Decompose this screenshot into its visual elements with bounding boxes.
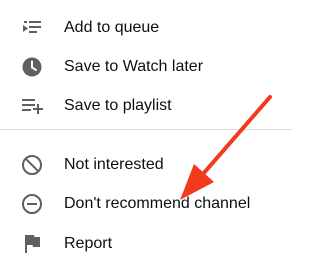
menu-divider xyxy=(0,129,292,130)
menu-item-label: Report xyxy=(64,235,113,252)
menu-item-not-interested[interactable]: Not interested xyxy=(0,148,292,182)
menu-item-label: Save to playlist xyxy=(64,97,172,114)
menu-item-label: Don't recommend channel xyxy=(64,195,251,212)
flag-icon xyxy=(20,232,44,256)
context-menu: Add to queue Save to Watch later Save to… xyxy=(0,0,292,262)
block-icon xyxy=(20,153,44,177)
menu-item-report[interactable]: Report xyxy=(0,227,292,261)
menu-item-label: Not interested xyxy=(64,156,164,173)
playlist-add-icon xyxy=(20,94,44,118)
menu-item-label: Save to Watch later xyxy=(64,58,204,75)
menu-item-save-to-playlist[interactable]: Save to playlist xyxy=(0,89,292,123)
menu-item-add-to-queue[interactable]: Add to queue xyxy=(0,11,292,45)
menu-item-save-watch-later[interactable]: Save to Watch later xyxy=(0,50,292,84)
clock-icon xyxy=(20,55,44,79)
remove-circle-icon xyxy=(20,192,44,216)
add-to-queue-icon xyxy=(20,16,44,40)
menu-item-dont-recommend-channel[interactable]: Don't recommend channel xyxy=(0,187,292,221)
menu-item-label: Add to queue xyxy=(64,19,160,36)
